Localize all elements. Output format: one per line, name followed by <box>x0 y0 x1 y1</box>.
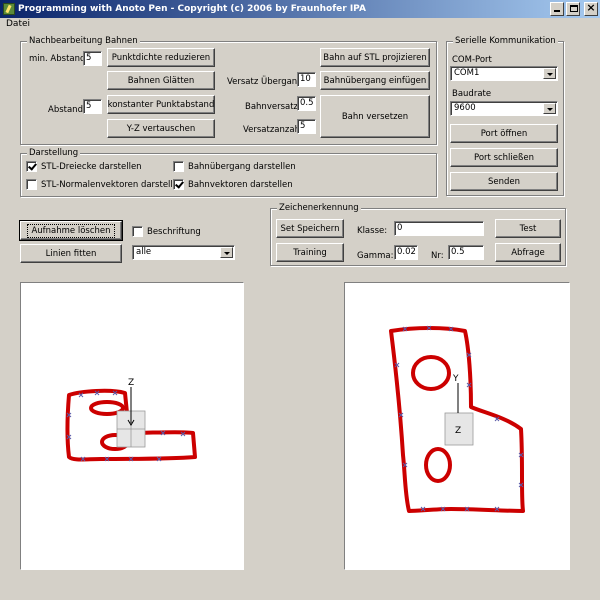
yz-vertauschen-button[interactable]: Y-Z vertauschen <box>107 119 215 138</box>
nr-input[interactable]: 0.5 <box>448 245 484 260</box>
right-view-drawing: Y Z <box>389 325 525 513</box>
gamma-label: Gamma: <box>357 251 394 261</box>
close-button[interactable]: × <box>584 1 598 16</box>
versatzanzahl-label: Versatzanzahl <box>243 125 303 135</box>
stl-dreiecke-label: STL-Dreiecke darstellen <box>41 161 142 172</box>
group-nachbearbeitung-title: Nachbearbeitung Bahnen <box>27 36 140 46</box>
close-icon: × <box>586 1 596 14</box>
beschriftung-checkbox[interactable]: Beschriftung <box>132 226 201 237</box>
right-axis-top-label: Y <box>452 374 459 384</box>
senden-button[interactable]: Senden <box>450 172 558 191</box>
bahnuebergang-einfuegen-button[interactable]: Bahnübergang einfügen <box>320 71 430 90</box>
training-button[interactable]: Training <box>276 243 344 262</box>
filter-value: alle <box>136 247 152 257</box>
min-abstand-input[interactable]: 5 <box>83 51 102 66</box>
group-zeichenerkennung-title: Zeichenerkennung <box>277 203 361 213</box>
stl-dreiecke-checkmark <box>26 161 37 172</box>
klasse-input[interactable]: 0 <box>394 221 484 236</box>
stl-normal-checkbox[interactable]: STL-Normalenvektoren darstellen <box>26 179 183 190</box>
bahnuebergang-label: Bahnübergang darstellen <box>188 161 296 172</box>
com-port-select[interactable]: COM1 <box>450 66 558 81</box>
beschriftung-label: Beschriftung <box>147 226 201 237</box>
bahnvektoren-checkbox[interactable]: Bahnvektoren darstellen <box>173 179 293 190</box>
group-darstellung: Darstellung <box>20 148 437 197</box>
baudrate-dropdown-icon[interactable] <box>543 103 556 114</box>
menu-datei[interactable]: Datei <box>6 19 30 29</box>
baudrate-select[interactable]: 9600 <box>450 101 558 116</box>
set-speichern-button[interactable]: Set Speichern <box>276 219 344 238</box>
linien-fitten-button[interactable]: Linien fitten <box>20 244 122 263</box>
maximize-button[interactable] <box>566 2 580 16</box>
konstant-button[interactable]: konstanter Punktabstand <box>107 95 215 114</box>
minimize-icon <box>554 10 560 12</box>
left-view-drawing: Z <box>65 378 197 462</box>
versatz-uebergang-label: Versatz Übergang <box>227 77 303 87</box>
window-controls: × <box>550 1 598 16</box>
versatzanzahl-input[interactable]: 5 <box>297 119 316 134</box>
com-port-dropdown-icon[interactable] <box>543 68 556 79</box>
abstand-label: Abstand <box>48 105 83 115</box>
maximize-icon <box>570 5 578 12</box>
right-view-canvas[interactable]: Y Z <box>344 282 570 570</box>
group-seriell-title: Serielle Kommunikation <box>453 36 558 46</box>
bahnversatz-label: Bahnversatz <box>245 102 299 112</box>
abfrage-button[interactable]: Abfrage <box>495 243 561 262</box>
stl-projizieren-button[interactable]: Bahn auf STL projizieren <box>320 48 430 67</box>
punktdichte-button[interactable]: Punktdichte reduzieren <box>107 48 215 67</box>
app-icon <box>3 3 15 15</box>
beschriftung-box <box>132 226 143 237</box>
bahnvektoren-checkmark <box>173 179 184 190</box>
klasse-label: Klasse: <box>357 226 388 236</box>
right-axis-box-label: Z <box>455 426 461 436</box>
port-schliessen-button[interactable]: Port schließen <box>450 148 558 167</box>
stl-normal-box <box>26 179 37 190</box>
glaetten-button[interactable]: Bahnen Glätten <box>107 71 215 90</box>
abstand-input[interactable]: 5 <box>83 99 102 114</box>
versatz-uebergang-input[interactable]: 10 <box>297 72 316 87</box>
port-oeffnen-button[interactable]: Port öffnen <box>450 124 558 143</box>
gamma-input[interactable]: 0.02 <box>394 245 418 260</box>
bahnuebergang-box <box>173 161 184 172</box>
left-view-canvas[interactable]: Z <box>20 282 244 570</box>
stl-normal-label: STL-Normalenvektoren darstellen <box>41 179 184 190</box>
min-abstand-label: min. Abstand <box>29 54 86 64</box>
baudrate-label: Baudrate <box>452 89 492 99</box>
bahnuebergang-checkbox[interactable]: Bahnübergang darstellen <box>173 161 296 172</box>
menu-bar: Datei <box>0 18 600 32</box>
aufnahme-loeschen-button[interactable]: Aufnahme löschen <box>19 220 123 241</box>
nr-label: Nr: <box>431 251 444 261</box>
stl-dreiecke-checkbox[interactable]: STL-Dreiecke darstellen <box>26 161 142 172</box>
baudrate-value: 9600 <box>454 103 476 113</box>
left-axis-label: Z <box>128 378 134 388</box>
filter-dropdown-icon[interactable] <box>220 247 233 258</box>
bahnversatz-input[interactable]: 0.5 <box>297 96 316 111</box>
aufnahme-loeschen-label: Aufnahme löschen <box>27 223 115 238</box>
title-bar: Programming with Anoto Pen - Copyright (… <box>0 0 600 18</box>
com-port-label: COM-Port <box>452 55 492 65</box>
minimize-button[interactable] <box>550 2 564 16</box>
test-button[interactable]: Test <box>495 219 561 238</box>
bahn-versetzen-button[interactable]: Bahn versetzen <box>320 95 430 138</box>
filter-select[interactable]: alle <box>132 245 235 260</box>
group-darstellung-title: Darstellung <box>27 148 81 158</box>
window-title: Programming with Anoto Pen - Copyright (… <box>18 4 366 14</box>
bahnvektoren-label: Bahnvektoren darstellen <box>188 179 293 190</box>
com-port-value: COM1 <box>454 68 480 78</box>
